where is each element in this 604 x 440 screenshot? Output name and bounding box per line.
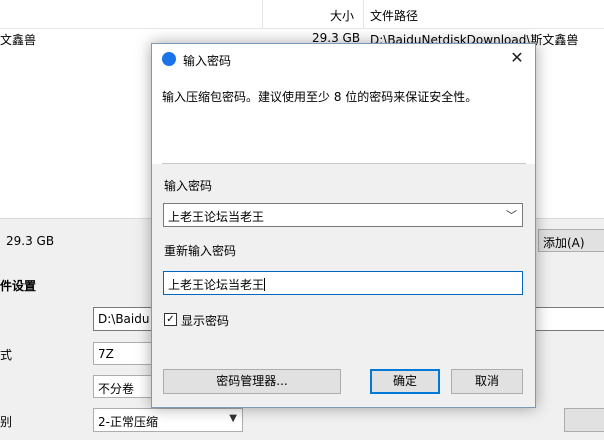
compression-level-select[interactable]: 2-正常压缩 ▼ bbox=[93, 408, 243, 432]
file-list-header bbox=[0, 0, 604, 29]
dialog-title: 输入密码 bbox=[183, 54, 232, 68]
show-password-label[interactable]: 显示密码 bbox=[181, 312, 229, 329]
reenter-password-input[interactable]: 上老王论坛当老王 bbox=[163, 271, 523, 295]
ok-button[interactable]: 确定 bbox=[370, 369, 440, 394]
dialog-info-text: 输入压缩包密码。建议使用至少 8 位的密码来保证安全性。 bbox=[162, 90, 478, 104]
password-value: 上老王论坛当老王 bbox=[168, 210, 265, 224]
chevron-down-icon: ▼ bbox=[229, 413, 237, 424]
level-label: 别 bbox=[0, 415, 13, 429]
total-size-text: 29.3 GB bbox=[6, 234, 55, 248]
show-password-checkbox[interactable]: ✓ bbox=[164, 313, 177, 326]
divider bbox=[162, 163, 526, 164]
column-header-size[interactable]: 大小 bbox=[330, 7, 354, 24]
reenter-password-label: 重新输入密码 bbox=[164, 244, 237, 258]
reenter-password-value: 上老王论坛当老王 bbox=[168, 278, 265, 292]
format-label: 式 bbox=[0, 348, 13, 362]
output-path-field-right[interactable] bbox=[534, 307, 604, 331]
chevron-down-icon[interactable]: ﹀ bbox=[506, 207, 517, 223]
password-label: 输入密码 bbox=[164, 179, 213, 193]
file-row-name[interactable]: 文鑫兽 bbox=[0, 31, 36, 48]
app-logo-icon bbox=[162, 52, 176, 66]
dialog-titlebar[interactable]: 输入密码 ✕ bbox=[152, 44, 535, 74]
text-caret bbox=[264, 278, 266, 291]
bottom-right-button[interactable] bbox=[564, 408, 604, 432]
column-divider[interactable] bbox=[363, 0, 364, 28]
split-select[interactable]: 不分卷 bbox=[93, 375, 155, 398]
password-manager-button[interactable]: 密码管理器... bbox=[163, 369, 341, 394]
column-header-path[interactable]: 文件路径 bbox=[370, 7, 418, 24]
add-button[interactable]: 添加(A) bbox=[538, 229, 604, 252]
column-divider[interactable] bbox=[262, 0, 263, 28]
cancel-button[interactable]: 取消 bbox=[451, 369, 523, 394]
close-icon[interactable]: ✕ bbox=[509, 49, 525, 67]
format-select[interactable]: 7Z bbox=[93, 342, 155, 365]
output-path-field[interactable]: D:\Baidu bbox=[93, 307, 155, 331]
checkmark-icon: ✓ bbox=[166, 314, 175, 325]
password-dialog: 输入密码 ✕ 输入压缩包密码。建议使用至少 8 位的密码来保证安全性。 输入密码… bbox=[151, 43, 536, 408]
section-title: 件设置 bbox=[0, 279, 37, 293]
dialog-info-area: 输入压缩包密码。建议使用至少 8 位的密码来保证安全性。 bbox=[152, 74, 535, 164]
compression-level-value: 2-正常压缩 bbox=[98, 415, 158, 429]
password-combobox[interactable]: 上老王论坛当老王 ﹀ bbox=[163, 203, 523, 227]
